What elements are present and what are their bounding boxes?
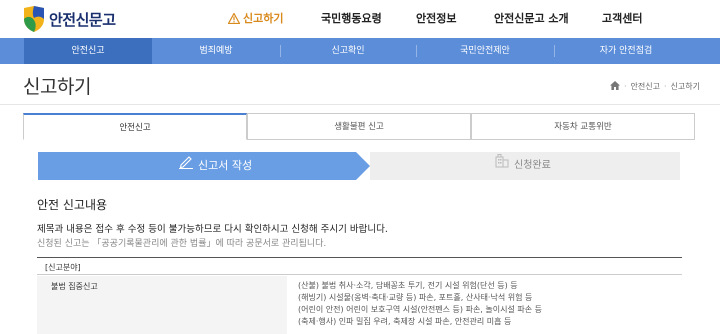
edit-notice: 제목과 내용은 접수 후 수정 등이 불가능하므로 다시 확인하시고 신청해 주… bbox=[37, 224, 388, 235]
report-category-table: [신고분야] 불법 집중신고 (산불) 불법 취사·소각, 담배꽁초 투기, 전… bbox=[37, 257, 682, 334]
step1-label: 신고서 작성 bbox=[198, 159, 253, 172]
list-item: (축제·행사) 인파 밀집 우려, 축제장 시설 파손, 안전관리 미흡 등 bbox=[298, 317, 512, 326]
building-icon bbox=[494, 152, 510, 180]
table-header-label: [신고분야] bbox=[45, 263, 81, 272]
site-header: 안전신문고 신고하기 국민행동요령 안전정보 안전신문고 소개 고객센터 bbox=[0, 0, 720, 38]
list-item: (어린이 안전) 어린이 보호구역 시설(안전펜스 등) 파손, 놀이시설 파손… bbox=[298, 305, 542, 314]
subnav-safety-proposal[interactable]: 국민안전제안 bbox=[416, 38, 554, 64]
step-arrow bbox=[356, 152, 370, 180]
topnav-report-label: 신고하기 bbox=[243, 12, 284, 25]
tab-safety-report[interactable]: 안전신고 bbox=[23, 113, 247, 140]
subnav-self-check[interactable]: 자가 안전점검 bbox=[554, 38, 698, 64]
tab-traffic-violation[interactable]: 자동차 교통위반 bbox=[471, 113, 695, 140]
list-item: (해빙기) 시설물(옹벽·축대·교량 등) 파손, 포트홀, 산사태·낙석 위험… bbox=[298, 293, 533, 302]
tab-living-inconvenience[interactable]: 생활불편 신고 bbox=[247, 113, 471, 140]
list-item: (산불) 불법 취사·소각, 담배꽁초 투기, 전기 시설 위험(단선 등) 등 bbox=[298, 281, 518, 290]
table-header: [신고분야] bbox=[37, 258, 682, 275]
topnav-about[interactable]: 안전신문고 소개 bbox=[494, 10, 569, 26]
home-icon[interactable] bbox=[610, 81, 620, 92]
topnav-safety-info[interactable]: 안전정보 bbox=[416, 10, 456, 26]
records-notice: 신청된 신고는 「공공기록물관리에 관한 법률」에 따라 공문서로 관리됩니다. bbox=[37, 239, 327, 249]
top-navigation: 신고하기 국민행동요령 안전정보 안전신문고 소개 고객센터 bbox=[0, 10, 720, 28]
step2-label: 신청완료 bbox=[514, 160, 551, 171]
topnav-report[interactable]: 신고하기 bbox=[227, 10, 284, 27]
report-type-tabs: 안전신고 생활불편 신고 자동차 교통위반 bbox=[23, 113, 695, 140]
breadcrumb-item[interactable]: 안전신고 bbox=[631, 81, 660, 92]
step1-label-wrap: 신고서 작성 bbox=[178, 152, 252, 180]
warning-icon bbox=[227, 12, 241, 27]
subnav-report-check[interactable]: 신고확인 bbox=[280, 38, 416, 64]
breadcrumb-current: 신고하기 bbox=[670, 82, 700, 91]
row-label: 불법 집중신고 bbox=[51, 282, 98, 291]
topnav-safety-guide[interactable]: 국민행동요령 bbox=[321, 10, 382, 26]
sub-navigation: 안전신고 범죄예방 신고확인 국민안전제안 자가 안전점검 bbox=[0, 38, 720, 64]
topnav-support[interactable]: 고객센터 bbox=[602, 10, 642, 26]
row-label-cell: 불법 집중신고 bbox=[37, 276, 287, 334]
step2-label-wrap: 신청완료 bbox=[494, 152, 551, 180]
pencil-icon bbox=[178, 152, 194, 180]
breadcrumb-separator: · bbox=[624, 82, 627, 91]
row-description: (산불) 불법 취사·소각, 담배꽁초 투기, 전기 시설 위험(단선 등) 등… bbox=[298, 280, 542, 328]
section-title: 안전 신고내용 bbox=[37, 198, 108, 212]
title-divider bbox=[0, 104, 720, 105]
subnav-safety-report[interactable]: 안전신고 bbox=[24, 38, 152, 64]
breadcrumb-separator: · bbox=[664, 82, 667, 91]
subnav-crime-prevention[interactable]: 범죄예방 bbox=[152, 38, 280, 64]
page-title: 신고하기 bbox=[23, 76, 91, 98]
breadcrumb: · 안전신고 · 신고하기 bbox=[610, 81, 700, 92]
